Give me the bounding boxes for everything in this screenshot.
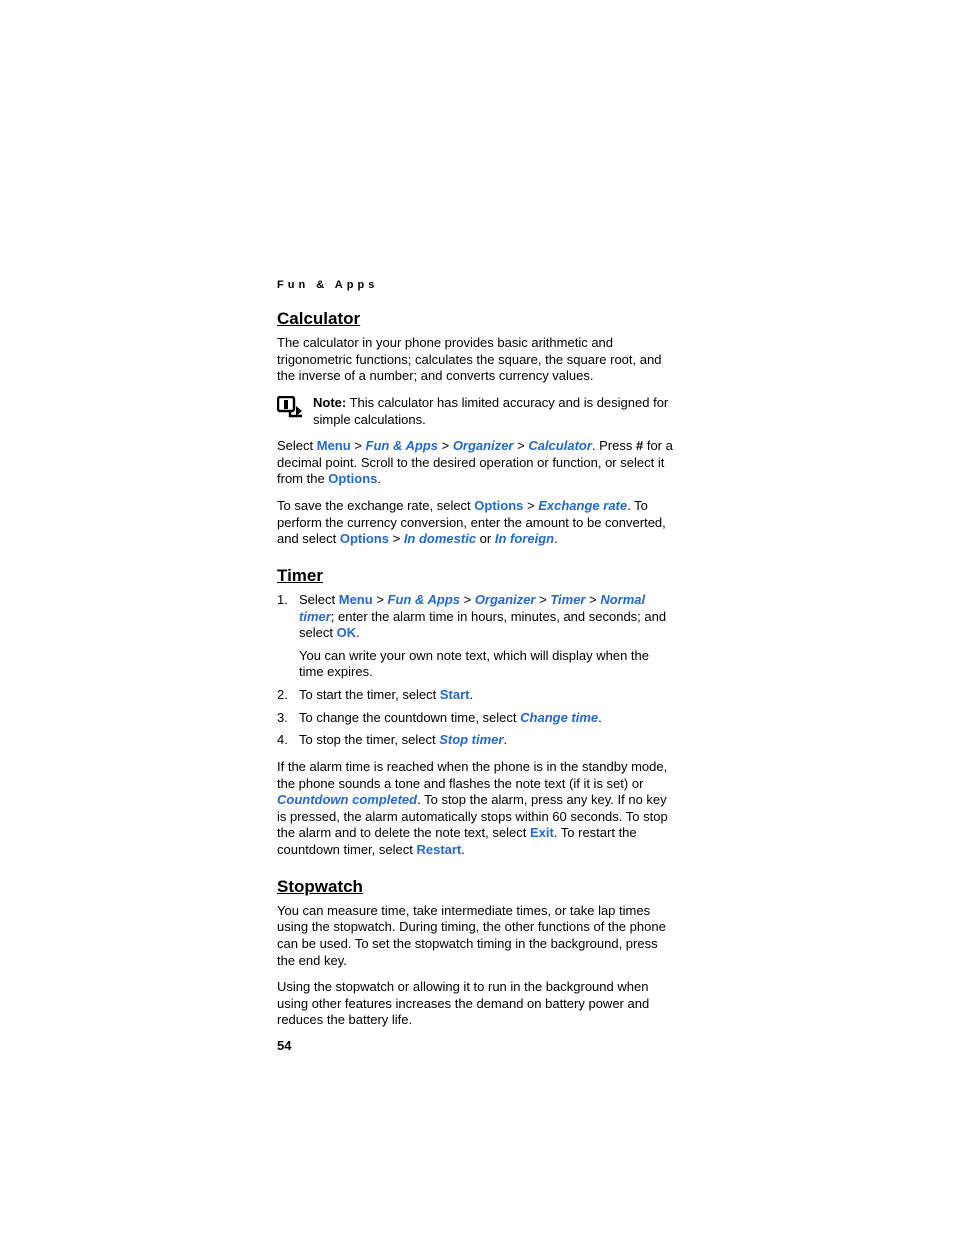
menu-link: Menu	[317, 438, 351, 453]
note-icon	[277, 396, 303, 425]
ok-link: OK	[337, 625, 357, 640]
text: >	[523, 498, 538, 513]
text: To stop the timer, select	[299, 732, 439, 747]
text: .	[470, 687, 474, 702]
note-text: Note: This calculator has limited accura…	[313, 395, 677, 428]
timer-step-1-note: You can write your own note text, which …	[299, 648, 677, 681]
running-head: Fun & Apps	[277, 279, 677, 291]
exit-link: Exit	[530, 825, 554, 840]
heading-stopwatch: Stopwatch	[277, 877, 677, 897]
text: >	[586, 592, 601, 607]
text: or	[476, 531, 495, 546]
text: To save the exchange rate, select	[277, 498, 474, 513]
note-block: Note: This calculator has limited accura…	[277, 395, 677, 428]
text: .	[377, 471, 381, 486]
options-link: Options	[328, 471, 377, 486]
text: Select	[277, 438, 317, 453]
stop-timer-link: Stop timer	[439, 732, 503, 747]
text: .	[461, 842, 465, 857]
change-time-link: Change time	[520, 710, 598, 725]
timer-link: Timer	[550, 592, 585, 607]
note-body: This calculator has limited accuracy and…	[313, 395, 668, 427]
text: .	[598, 710, 602, 725]
timer-step-4: To stop the timer, select Stop timer.	[277, 732, 677, 749]
options-link: Options	[474, 498, 523, 513]
text: >	[438, 438, 453, 453]
text: To change the countdown time, select	[299, 710, 520, 725]
organizer-link: Organizer	[475, 592, 536, 607]
content-column: Fun & Apps Calculator The calculator in …	[277, 279, 677, 1029]
text: >	[351, 438, 366, 453]
fun-apps-link: Fun & Apps	[388, 592, 460, 607]
countdown-completed-link: Countdown completed	[277, 792, 417, 807]
calculator-intro: The calculator in your phone provides ba…	[277, 335, 677, 385]
note-label: Note:	[313, 395, 346, 410]
timer-after: If the alarm time is reached when the ph…	[277, 759, 677, 859]
timer-step-3: To change the countdown time, select Cha…	[277, 710, 677, 727]
fun-apps-link: Fun & Apps	[366, 438, 438, 453]
organizer-link: Organizer	[453, 438, 514, 453]
timer-step-1: Select Menu > Fun & Apps > Organizer > T…	[277, 592, 677, 681]
text: To start the timer, select	[299, 687, 440, 702]
calculator-nav: Select Menu > Fun & Apps > Organizer > C…	[277, 438, 677, 488]
exchange-rate-link: Exchange rate	[538, 498, 627, 513]
page-number: 54	[277, 1038, 291, 1053]
in-foreign-link: In foreign	[495, 531, 554, 546]
options-link: Options	[340, 531, 389, 546]
calculator-link: Calculator	[528, 438, 592, 453]
text: If the alarm time is reached when the ph…	[277, 759, 667, 791]
text: Select	[299, 592, 339, 607]
menu-link: Menu	[339, 592, 373, 607]
restart-link: Restart	[416, 842, 461, 857]
text: >	[514, 438, 529, 453]
text: >	[460, 592, 475, 607]
text: >	[536, 592, 551, 607]
stopwatch-p1: You can measure time, take intermediate …	[277, 903, 677, 970]
text: >	[373, 592, 388, 607]
page: Fun & Apps Calculator The calculator in …	[0, 0, 954, 1235]
text: . Press	[592, 438, 636, 453]
text: .	[356, 625, 360, 640]
in-domestic-link: In domestic	[404, 531, 476, 546]
heading-calculator: Calculator	[277, 309, 677, 329]
start-link: Start	[440, 687, 470, 702]
stopwatch-p2: Using the stopwatch or allowing it to ru…	[277, 979, 677, 1029]
text: .	[503, 732, 507, 747]
timer-steps: Select Menu > Fun & Apps > Organizer > T…	[277, 592, 677, 749]
text: >	[389, 531, 404, 546]
text: .	[554, 531, 558, 546]
timer-step-2: To start the timer, select Start.	[277, 687, 677, 704]
calculator-exchange: To save the exchange rate, select Option…	[277, 498, 677, 548]
heading-timer: Timer	[277, 566, 677, 586]
